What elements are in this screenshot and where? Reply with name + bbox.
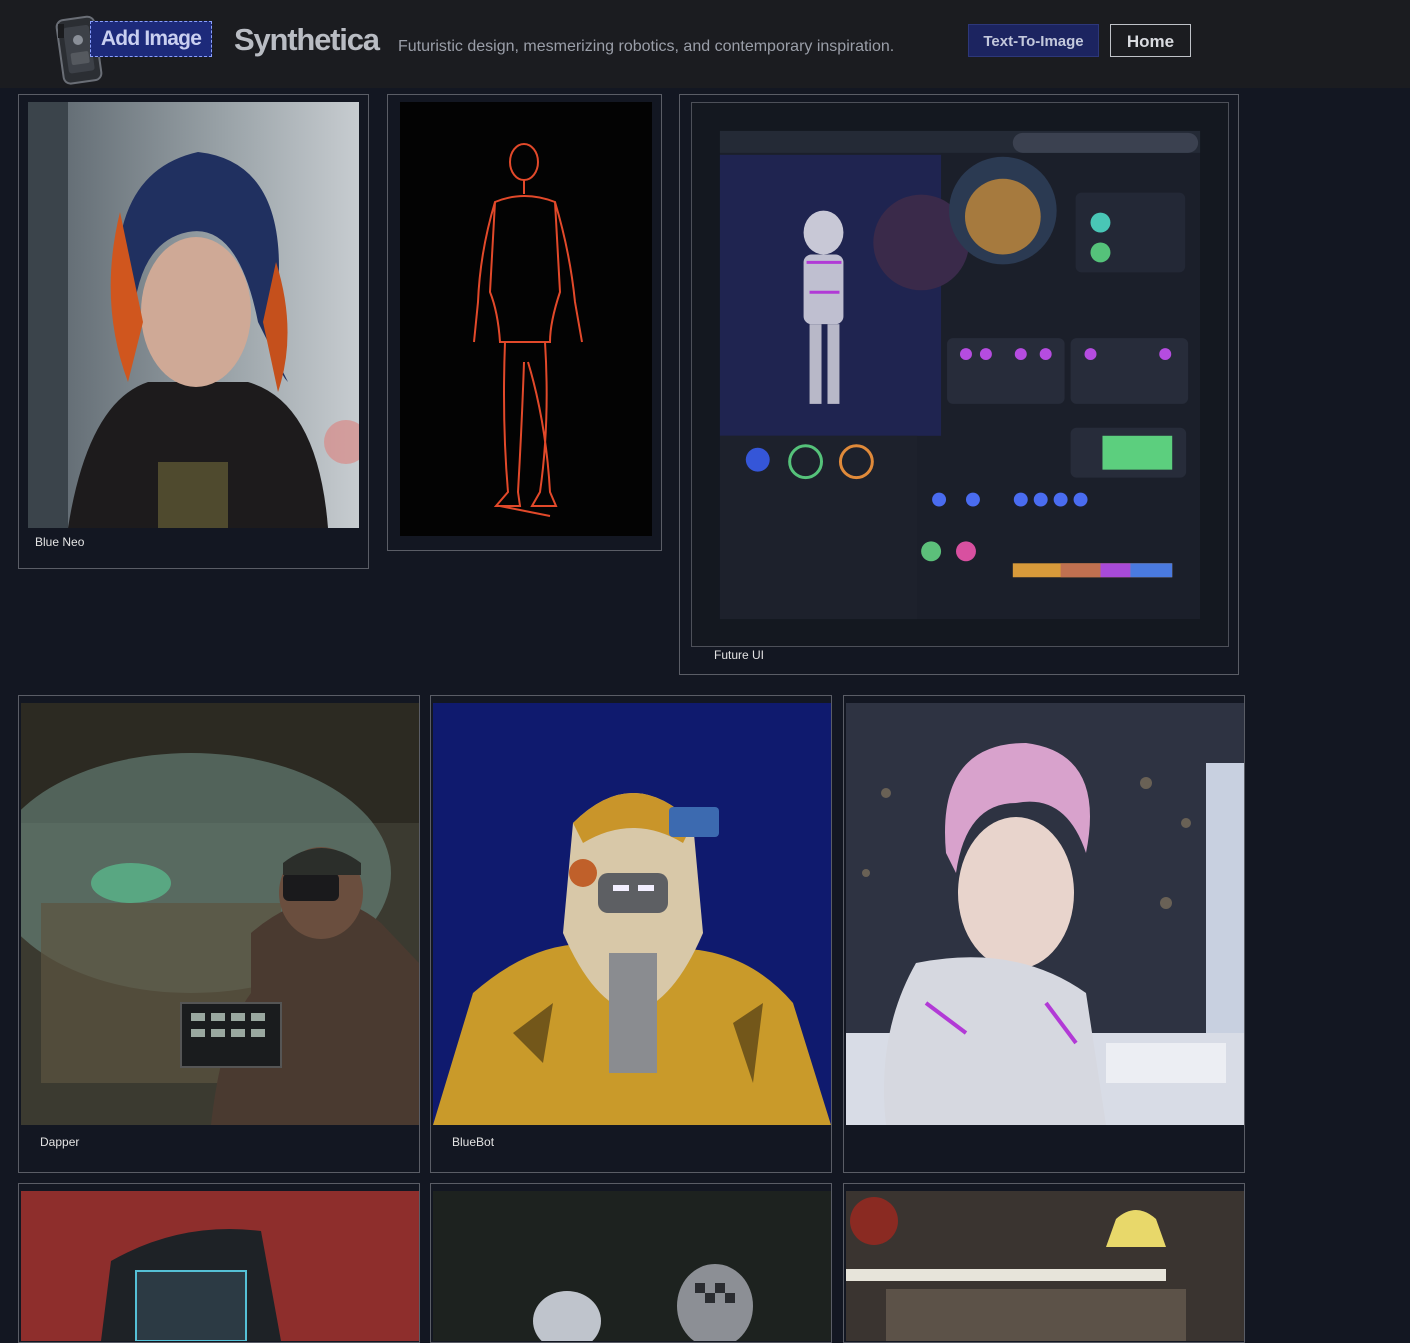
gallery-card[interactable] — [430, 1183, 832, 1343]
text-to-image-button[interactable]: Text-To-Image — [968, 24, 1099, 57]
card-caption: BlueBot — [452, 1135, 495, 1149]
robot-head-yellow-jacket-image[interactable] — [433, 703, 831, 1125]
top-header: Add Image Synthetica Futuristic design, … — [0, 0, 1410, 88]
brand-title: Synthetica — [234, 22, 380, 57]
android-pink-hair-keyboard-image[interactable] — [846, 703, 1244, 1125]
gallery-card[interactable] — [843, 695, 1245, 1173]
card-caption: Future UI — [714, 648, 765, 662]
portrait-woman-blue-orange-hair-image[interactable] — [28, 102, 359, 528]
home-button[interactable]: Home — [1110, 24, 1191, 57]
red-wireframe-human-figure-image[interactable] — [400, 102, 652, 536]
man-vr-headset-city-dome-image[interactable] — [21, 703, 419, 1125]
add-image-button[interactable]: Add Image — [90, 21, 212, 57]
gallery-card[interactable]: BlueBot — [430, 695, 832, 1173]
futuristic-robot-dashboard-ui-image[interactable] — [691, 102, 1229, 647]
gallery-card[interactable]: Dapper — [18, 695, 420, 1173]
gallery-card[interactable]: Blue Neo — [18, 94, 369, 569]
two-robot-heads-dark-image[interactable] — [433, 1191, 831, 1341]
card-caption: Dapper — [40, 1135, 80, 1149]
workshop-yellow-lamp-image[interactable] — [846, 1191, 1244, 1341]
gallery-card[interactable] — [387, 94, 662, 551]
red-background-device-image[interactable] — [21, 1191, 419, 1341]
gallery-card[interactable]: Future UI — [679, 94, 1239, 675]
gallery-card[interactable] — [843, 1183, 1245, 1343]
gallery-card[interactable] — [18, 1183, 420, 1343]
tagline: Futuristic design, mesmerizing robotics,… — [398, 38, 895, 55]
card-caption: Blue Neo — [35, 535, 85, 549]
